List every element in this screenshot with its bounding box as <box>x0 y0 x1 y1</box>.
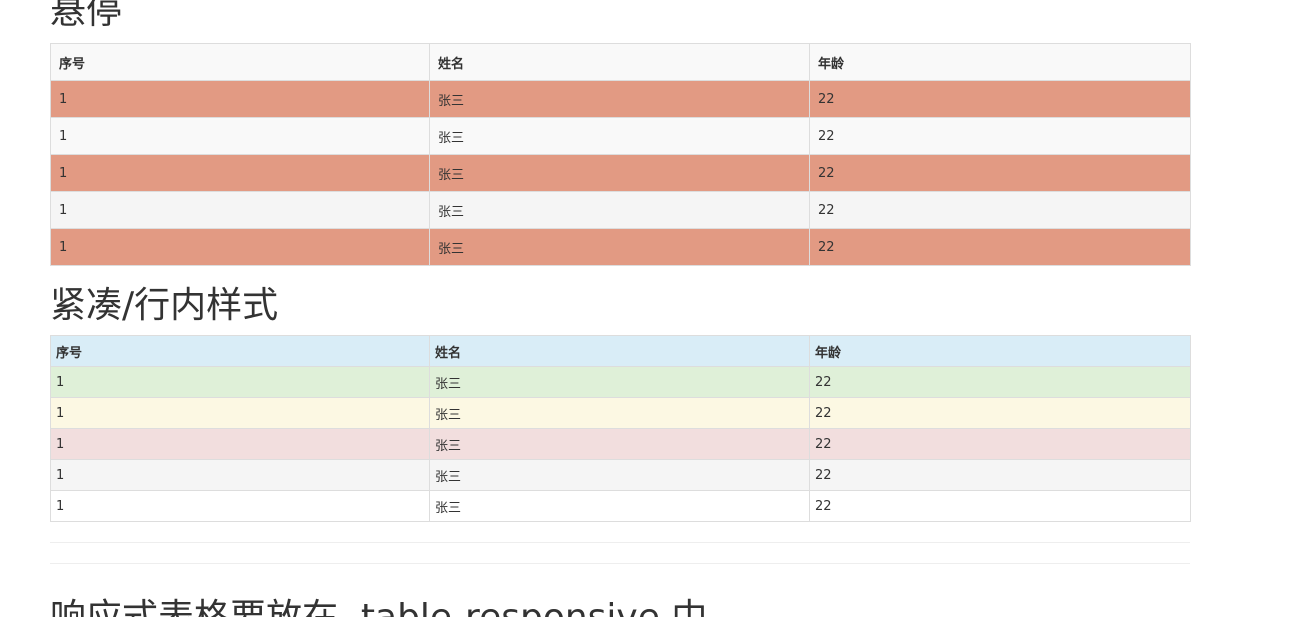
cell-index: 1 <box>50 191 430 229</box>
cell-name: 张三 <box>429 117 810 155</box>
column-header-index: 序号 <box>50 43 430 81</box>
cell-index: 1 <box>50 490 430 522</box>
table-row[interactable]: 1 张三 22 <box>50 191 1191 229</box>
cell-name: 张三 <box>429 397 810 429</box>
table-row: 1 张三 22 <box>50 397 1191 429</box>
table-row: 1 张三 22 <box>50 459 1191 491</box>
column-header-age: 年龄 <box>809 335 1191 367</box>
table-row: 1 张三 22 <box>50 490 1191 522</box>
cell-age: 22 <box>809 154 1191 192</box>
cell-index: 1 <box>50 154 430 192</box>
cell-age: 22 <box>809 428 1191 460</box>
horizontal-divider <box>50 542 1190 543</box>
table-row: 1 张三 22 <box>50 428 1191 460</box>
cell-name: 张三 <box>429 428 810 460</box>
cell-age: 22 <box>809 366 1191 398</box>
table-row[interactable]: 1 张三 22 <box>50 228 1191 266</box>
cell-age: 22 <box>809 117 1191 155</box>
cell-age: 22 <box>809 459 1191 491</box>
cell-name: 张三 <box>429 80 810 118</box>
cell-age: 22 <box>809 228 1191 266</box>
cell-index: 1 <box>50 366 430 398</box>
cell-name: 张三 <box>429 490 810 522</box>
cell-name: 张三 <box>429 459 810 491</box>
column-header-age: 年龄 <box>809 43 1191 81</box>
table-header-row: 序号 姓名 年龄 <box>50 335 1191 367</box>
cell-index: 1 <box>50 117 430 155</box>
column-header-name: 姓名 <box>429 335 810 367</box>
cell-name: 张三 <box>429 191 810 229</box>
cell-index: 1 <box>50 80 430 118</box>
cell-age: 22 <box>809 397 1191 429</box>
table-header-row: 序号 姓名 年龄 <box>50 43 1191 81</box>
cell-index: 1 <box>50 459 430 491</box>
cell-age: 22 <box>809 80 1191 118</box>
cell-name: 张三 <box>429 154 810 192</box>
cell-name: 张三 <box>429 228 810 266</box>
table-row[interactable]: 1 张三 22 <box>50 80 1191 118</box>
cell-index: 1 <box>50 428 430 460</box>
horizontal-divider <box>50 563 1190 564</box>
section-title-responsive: 响应式表格要放在 .table-responsive 中 <box>50 598 707 617</box>
column-header-index: 序号 <box>50 335 430 367</box>
cell-name: 张三 <box>429 366 810 398</box>
compact-table: 序号 姓名 年龄 1 张三 22 1 张三 22 1 张三 22 1 张三 22… <box>50 335 1191 522</box>
cell-age: 22 <box>809 490 1191 522</box>
table-row[interactable]: 1 张三 22 <box>50 117 1191 155</box>
cell-index: 1 <box>50 228 430 266</box>
section-title-hover: 悬停 <box>50 0 123 32</box>
hover-table: 序号 姓名 年龄 1 张三 22 1 张三 22 1 张三 22 1 张三 22… <box>50 43 1191 266</box>
cell-age: 22 <box>809 191 1191 229</box>
page: 悬停 序号 姓名 年龄 1 张三 22 1 张三 22 1 张三 22 1 张三… <box>0 0 1295 617</box>
table-row: 1 张三 22 <box>50 366 1191 398</box>
table-row[interactable]: 1 张三 22 <box>50 154 1191 192</box>
section-title-compact: 紧凑/行内样式 <box>50 285 279 326</box>
cell-index: 1 <box>50 397 430 429</box>
column-header-name: 姓名 <box>429 43 810 81</box>
